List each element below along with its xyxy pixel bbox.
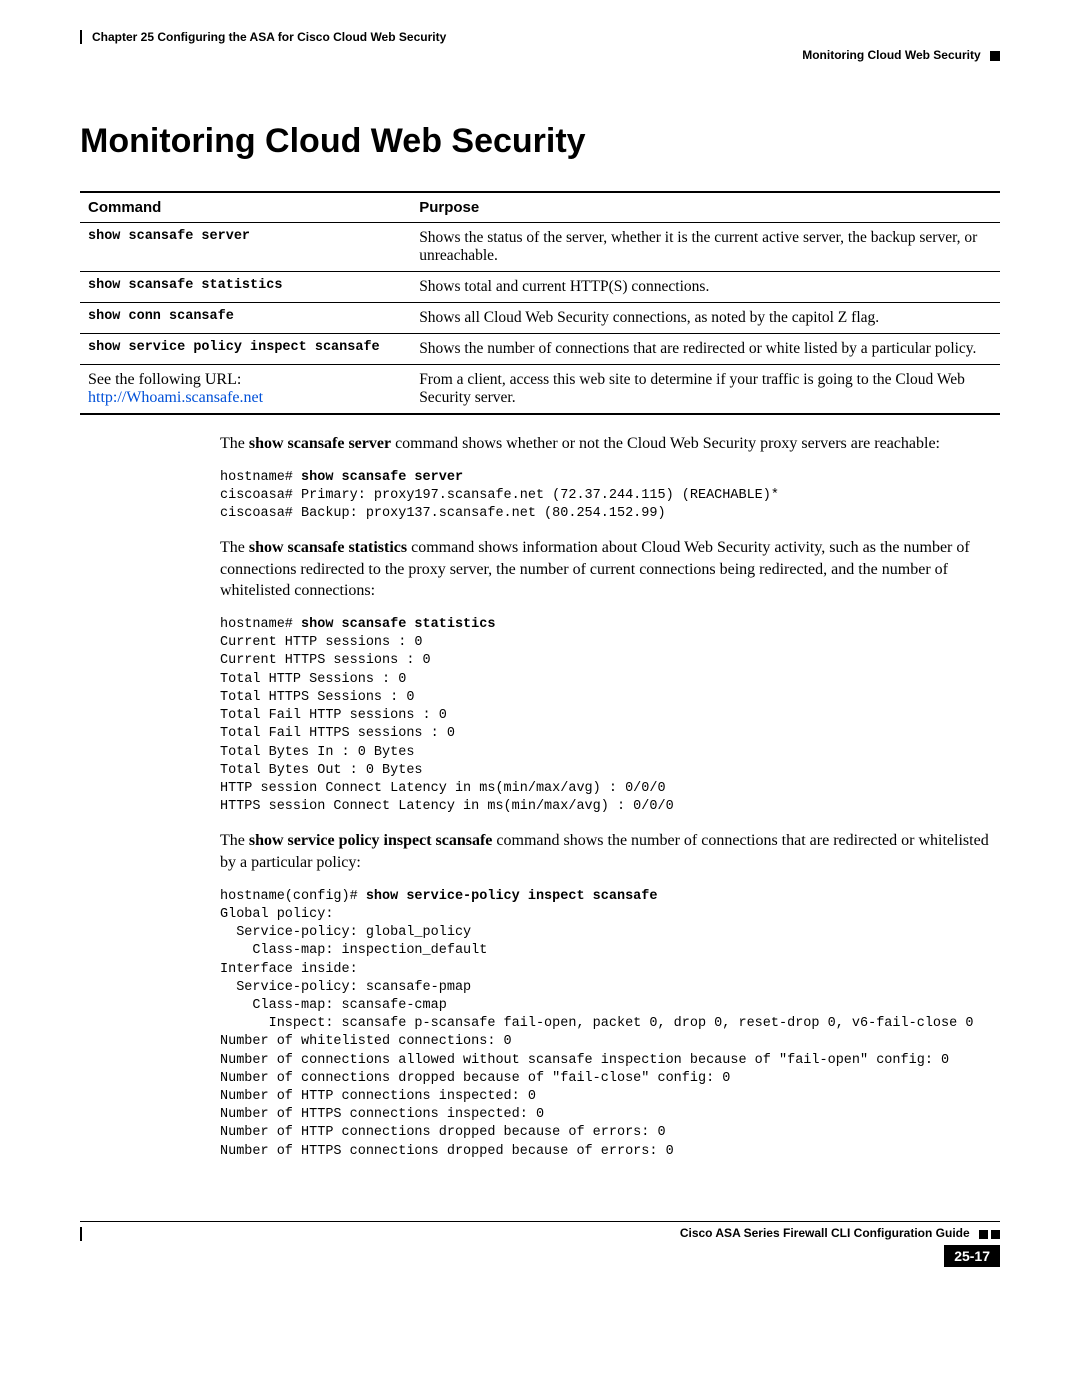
- th-command: Command: [80, 192, 411, 223]
- running-head-text: Monitoring Cloud Web Security: [802, 48, 980, 62]
- see-url-label: See the following URL:: [88, 371, 241, 388]
- purpose-cell: From a client, access this web site to d…: [411, 365, 1000, 415]
- cmd-cell: show conn scansafe: [80, 303, 411, 334]
- section-title: Monitoring Cloud Web Security: [80, 122, 1000, 161]
- cmd-cell: show scansafe statistics: [80, 272, 411, 303]
- paragraph: The show service policy inspect scansafe…: [220, 830, 1000, 873]
- paragraph: The show scansafe statistics command sho…: [220, 537, 1000, 602]
- code-block: hostname(config)# show service-policy in…: [220, 888, 1000, 1161]
- header-decor-square: [990, 51, 1000, 61]
- cmd-inline-bold: show scansafe statistics: [249, 539, 407, 556]
- table-row: show conn scansafe Shows all Cloud Web S…: [80, 303, 1000, 334]
- purpose-cell: Shows all Cloud Web Security connections…: [411, 303, 1000, 334]
- table-row: show scansafe statistics Shows total and…: [80, 272, 1000, 303]
- chapter-text: Chapter 25 Configuring the ASA for Cisco…: [92, 30, 446, 44]
- body-content: The show scansafe server command shows w…: [220, 433, 1000, 1161]
- purpose-cell: Shows total and current HTTP(S) connecti…: [411, 272, 1000, 303]
- paragraph: The show scansafe server command shows w…: [220, 433, 1000, 455]
- chapter-breadcrumb: Chapter 25 Configuring the ASA for Cisco…: [80, 30, 1000, 44]
- table-row: show service policy inspect scansafe Sho…: [80, 334, 1000, 365]
- table-row: See the following URL: http://Whoami.sca…: [80, 365, 1000, 415]
- purpose-cell: Shows the status of the server, whether …: [411, 223, 1000, 272]
- code-block: hostname# show scansafe server ciscoasa#…: [220, 469, 1000, 524]
- code-output: ciscoasa# Primary: proxy197.scansafe.net…: [220, 488, 779, 521]
- command-table: Command Purpose show scansafe server Sho…: [80, 191, 1000, 415]
- cmd-inline-bold: show service policy inspect scansafe: [249, 832, 493, 849]
- code-cmd: show service-policy inspect scansafe: [366, 889, 658, 904]
- cmd-cell: show scansafe server: [80, 223, 411, 272]
- purpose-cell: Shows the number of connections that are…: [411, 334, 1000, 365]
- guide-title: Cisco ASA Series Firewall CLI Configurat…: [680, 1226, 970, 1240]
- page-footer: Cisco ASA Series Firewall CLI Configurat…: [80, 1221, 1000, 1267]
- cmd-cell: show service policy inspect scansafe: [80, 334, 411, 365]
- table-row: show scansafe server Shows the status of…: [80, 223, 1000, 272]
- cmd-inline-bold: show scansafe server: [249, 435, 391, 452]
- whoami-link[interactable]: http://Whoami.scansafe.net: [88, 389, 263, 406]
- code-cmd: show scansafe statistics: [301, 617, 495, 632]
- code-output: Current HTTP sessions : 0 Current HTTPS …: [220, 635, 674, 814]
- footer-rule-icon: [80, 1227, 82, 1241]
- code-output: Global policy: Service-policy: global_po…: [220, 907, 973, 1159]
- running-head-section: Monitoring Cloud Web Security: [80, 48, 1000, 62]
- footer-decor-squares: [979, 1230, 1000, 1239]
- th-purpose: Purpose: [411, 192, 1000, 223]
- code-cmd: show scansafe server: [301, 470, 463, 485]
- cmd-cell: See the following URL: http://Whoami.sca…: [80, 365, 411, 415]
- code-block: hostname# show scansafe statistics Curre…: [220, 616, 1000, 816]
- page-number: 25-17: [944, 1245, 1000, 1267]
